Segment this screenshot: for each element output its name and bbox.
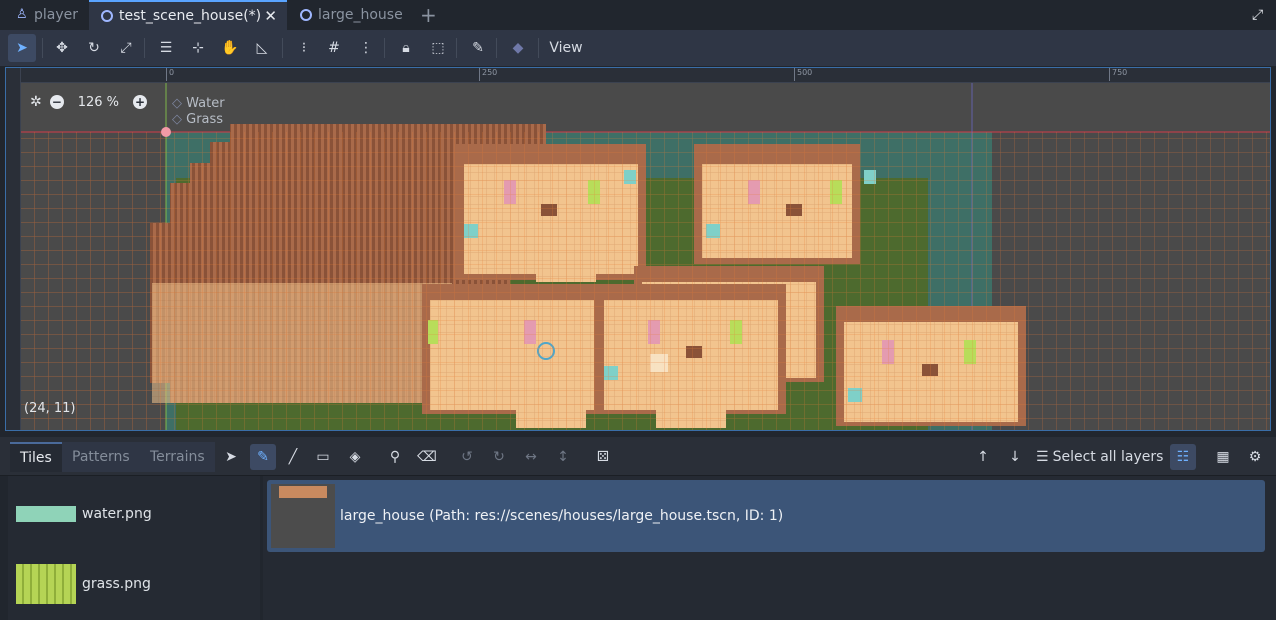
- source-item-water[interactable]: water.png: [16, 506, 152, 522]
- scene-label: large_house (Path: res://scenes/houses/l…: [340, 508, 784, 524]
- smart-snap-icon[interactable]: ⁝: [290, 34, 318, 62]
- select-mode-icon[interactable]: ➤: [8, 34, 36, 62]
- scene-ring-icon: [300, 9, 312, 21]
- pan-hand-icon[interactable]: ✋: [216, 34, 244, 62]
- flip-horizontal-icon[interactable]: ↔: [518, 444, 544, 470]
- picker-tool-icon[interactable]: ⚲: [382, 444, 408, 470]
- tile-source-list: water.png grass.png: [8, 476, 260, 620]
- rotate-right-icon[interactable]: ↻: [486, 444, 512, 470]
- tilemap-panel-toolbar: Tiles Patterns Terrains ➤ ✎ ╱ ▭ ◈ ⚲ ⌫ ↺ …: [0, 437, 1276, 476]
- source-item-grass[interactable]: grass.png: [16, 564, 151, 604]
- layer-label-grass: ◇ Grass: [172, 112, 224, 127]
- zoom-in-button[interactable]: +: [133, 95, 148, 109]
- layer-down-icon[interactable]: ↓: [1002, 444, 1028, 470]
- group-icon[interactable]: ⬚: [424, 34, 452, 62]
- rotate-left-icon[interactable]: ↺: [454, 444, 480, 470]
- grid-toggle-icon[interactable]: ▦: [1210, 444, 1236, 470]
- tab-large-house[interactable]: large_house: [300, 0, 410, 30]
- highlight-layer-icon[interactable]: ☷: [1170, 444, 1196, 470]
- select-tool-icon[interactable]: ➤: [218, 444, 244, 470]
- more-options-icon[interactable]: ⋮: [352, 34, 380, 62]
- list-select-icon[interactable]: ☰: [152, 34, 180, 62]
- layer-label-water: ◇ Water: [172, 96, 225, 111]
- grid-snap-icon[interactable]: #: [320, 34, 348, 62]
- editor-toolbar: ➤ ✥ ↻ ⤢ ☰ ⊹ ✋ ◺ ⁝ # ⋮ 🔒︎ ⬚ ✎ ◆ View: [0, 30, 1276, 66]
- paint-tool-icon[interactable]: ✎: [250, 444, 276, 470]
- add-tab-icon[interactable]: +: [420, 0, 440, 30]
- tab-player[interactable]: ♙ player: [10, 0, 96, 30]
- scene-tab-bar: ♙ player test_scene_house(*) ✕ large_hou…: [0, 0, 1276, 30]
- ruler-tick: 0: [166, 68, 174, 81]
- zoom-controls: ✲ − 126 % +: [30, 94, 148, 110]
- list-icon: ☰: [1036, 449, 1049, 465]
- center-view-icon[interactable]: ✲: [30, 94, 42, 110]
- layer-diamond-icon: ◇: [172, 112, 182, 127]
- close-icon[interactable]: ✕: [264, 7, 277, 25]
- settings-icon[interactable]: ⚙: [1242, 444, 1268, 470]
- scene-tile-item[interactable]: large_house (Path: res://scenes/houses/l…: [267, 480, 1265, 552]
- canvas-viewport[interactable]: 0 250 500 750 ✲ − 126 % + ◇ Water ◇ Gras…: [5, 67, 1271, 431]
- bucket-tool-icon[interactable]: ◈: [342, 444, 368, 470]
- layer-up-icon[interactable]: ↑: [970, 444, 996, 470]
- tab-terrains[interactable]: Terrains: [140, 442, 215, 472]
- scene-thumbnail: [271, 484, 335, 548]
- water-swatch: [16, 506, 76, 522]
- scale-mode-icon[interactable]: ⤢: [112, 34, 140, 62]
- grass-swatch: [16, 564, 76, 604]
- move-mode-icon[interactable]: ✥: [48, 34, 76, 62]
- tab-tiles[interactable]: Tiles: [10, 442, 62, 472]
- scene-tiles-panel: large_house (Path: res://scenes/houses/l…: [263, 476, 1276, 620]
- player-scene-icon: ♙: [16, 7, 28, 22]
- ruler-tick: 750: [1109, 68, 1127, 81]
- fullscreen-icon[interactable]: ⤢: [1252, 0, 1268, 30]
- tab-label: player: [34, 7, 79, 23]
- tab-label: large_house: [318, 7, 403, 23]
- camera-override-icon[interactable]: ◆: [504, 34, 532, 62]
- cursor-coordinates: (24, 11): [24, 401, 76, 416]
- layer-diamond-icon: ◇: [172, 96, 182, 111]
- bone-icon[interactable]: ✎: [464, 34, 492, 62]
- vertical-ruler: [6, 68, 21, 430]
- flip-vertical-icon[interactable]: ↕: [550, 444, 576, 470]
- line-tool-icon[interactable]: ╱: [280, 444, 306, 470]
- zoom-level[interactable]: 126 %: [72, 95, 125, 110]
- rotate-mode-icon[interactable]: ↻: [80, 34, 108, 62]
- tab-test-scene-house[interactable]: test_scene_house(*) ✕: [89, 0, 287, 30]
- eraser-tool-icon[interactable]: ⌫: [414, 444, 440, 470]
- view-menu-button[interactable]: View: [546, 34, 586, 62]
- tab-patterns[interactable]: Patterns: [62, 442, 140, 472]
- tab-label: test_scene_house(*): [119, 8, 262, 24]
- horizontal-ruler: 0 250 500 750: [6, 68, 1270, 83]
- select-all-layers-button[interactable]: ☰ Select all layers: [1036, 444, 1166, 470]
- rect-tool-icon[interactable]: ▭: [310, 444, 336, 470]
- ruler-tick: 250: [479, 68, 497, 81]
- zoom-out-button[interactable]: −: [49, 95, 64, 109]
- ruler-icon[interactable]: ◺: [248, 34, 276, 62]
- ruler-tick: 500: [794, 68, 812, 81]
- lock-icon[interactable]: 🔒︎: [392, 34, 420, 62]
- pivot-icon[interactable]: ⊹: [184, 34, 212, 62]
- scene-ring-icon: [101, 10, 113, 22]
- random-tile-icon[interactable]: ⚄: [590, 444, 616, 470]
